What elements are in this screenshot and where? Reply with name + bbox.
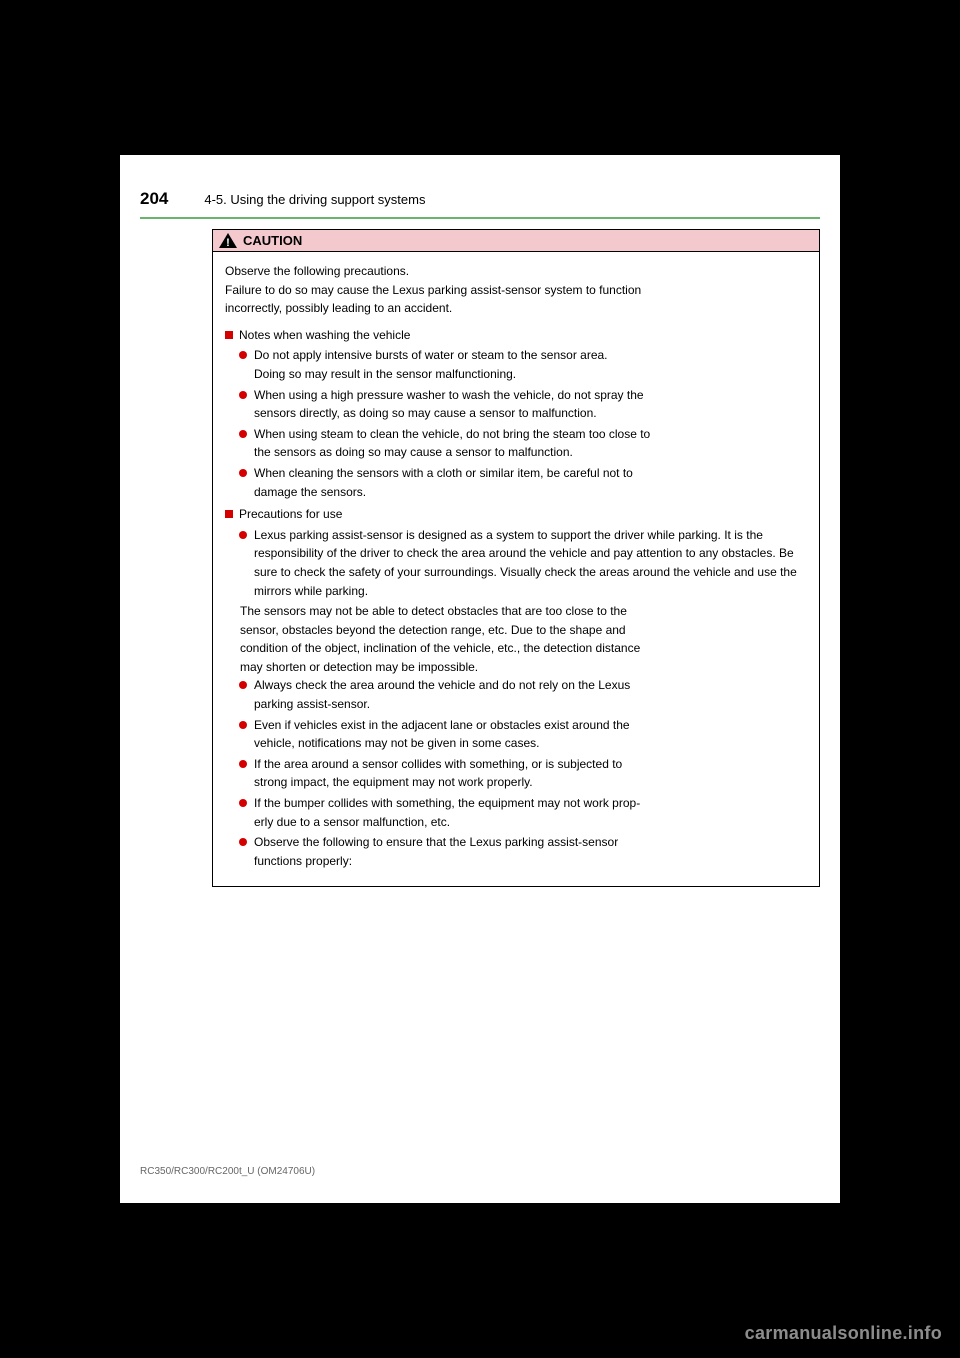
section-precautions: Precautions for use Lexus parking assist… [225, 505, 807, 870]
caution-intro: Observe the following precautions. Failu… [225, 262, 807, 318]
warning-triangle-icon: ! [219, 233, 237, 248]
section-washing: Notes when washing the vehicle Do not ap… [225, 326, 807, 501]
section-head: Notes when washing the vehicle [225, 326, 807, 345]
list-item: Observe the following to ensure that the… [239, 833, 807, 870]
bullet-text: Even if vehicles exist in the adjacent l… [254, 716, 807, 753]
bullet-text: Do not apply intensive bursts of water o… [254, 346, 807, 383]
bullet-icon [239, 799, 247, 807]
bullet-text: If the area around a sensor collides wit… [254, 755, 807, 792]
list-item: Do not apply intensive bursts of water o… [239, 346, 807, 383]
watermark: carmanualsonline.info [745, 1323, 942, 1344]
caution-label: CAUTION [243, 233, 302, 248]
bullet-icon [239, 681, 247, 689]
list-item: Lexus parking assist-sensor is designed … [239, 526, 807, 600]
page-number: 204 [140, 189, 168, 209]
section-title: Precautions for use [239, 505, 342, 524]
section-marker-icon [225, 510, 233, 518]
bullet-list: Do not apply intensive bursts of water o… [225, 346, 807, 501]
bullet-text: When using steam to clean the vehicle, d… [254, 425, 807, 462]
bullet-text: Lexus parking assist-sensor is designed … [254, 526, 807, 600]
bullet-text: If the bumper collides with something, t… [254, 794, 807, 831]
bullet-list: Lexus parking assist-sensor is designed … [225, 526, 807, 600]
bullet-text: When using a high pressure washer to was… [254, 386, 807, 423]
header-divider [140, 217, 820, 219]
section-head: Precautions for use [225, 505, 807, 524]
bullet-icon [239, 721, 247, 729]
bullet-icon [239, 838, 247, 846]
manual-page: 204 4-5. Using the driving support syste… [120, 155, 840, 1203]
sub-paragraph: The sensors may not be able to detect ob… [225, 602, 807, 676]
bullet-icon [239, 469, 247, 477]
section-title: Notes when washing the vehicle [239, 326, 410, 345]
page-content: ! CAUTION Observe the following precauti… [120, 229, 840, 887]
list-item: When using a high pressure washer to was… [239, 386, 807, 423]
bullet-icon [239, 430, 247, 438]
list-item: If the area around a sensor collides wit… [239, 755, 807, 792]
bullet-text: When cleaning the sensors with a cloth o… [254, 464, 807, 501]
section-marker-icon [225, 331, 233, 339]
bullet-icon [239, 531, 247, 539]
list-item: If the bumper collides with something, t… [239, 794, 807, 831]
caution-header: ! CAUTION [213, 230, 819, 252]
list-item: When cleaning the sensors with a cloth o… [239, 464, 807, 501]
caution-box: ! CAUTION Observe the following precauti… [212, 229, 820, 887]
bullet-icon [239, 351, 247, 359]
list-item: Always check the area around the vehicle… [239, 676, 807, 713]
footer-code: RC350/RC300/RC200t_U (OM24706U) [140, 1166, 315, 1177]
caution-body: Observe the following precautions. Failu… [213, 252, 819, 886]
svg-text:!: ! [226, 237, 230, 248]
bullet-icon [239, 760, 247, 768]
bullet-text: Observe the following to ensure that the… [254, 833, 807, 870]
page-header: 204 4-5. Using the driving support syste… [120, 155, 840, 217]
bullet-list: Always check the area around the vehicle… [225, 676, 807, 870]
list-item: Even if vehicles exist in the adjacent l… [239, 716, 807, 753]
breadcrumb: 4-5. Using the driving support systems [204, 192, 425, 207]
bullet-icon [239, 391, 247, 399]
bullet-text: Always check the area around the vehicle… [254, 676, 807, 713]
list-item: When using steam to clean the vehicle, d… [239, 425, 807, 462]
